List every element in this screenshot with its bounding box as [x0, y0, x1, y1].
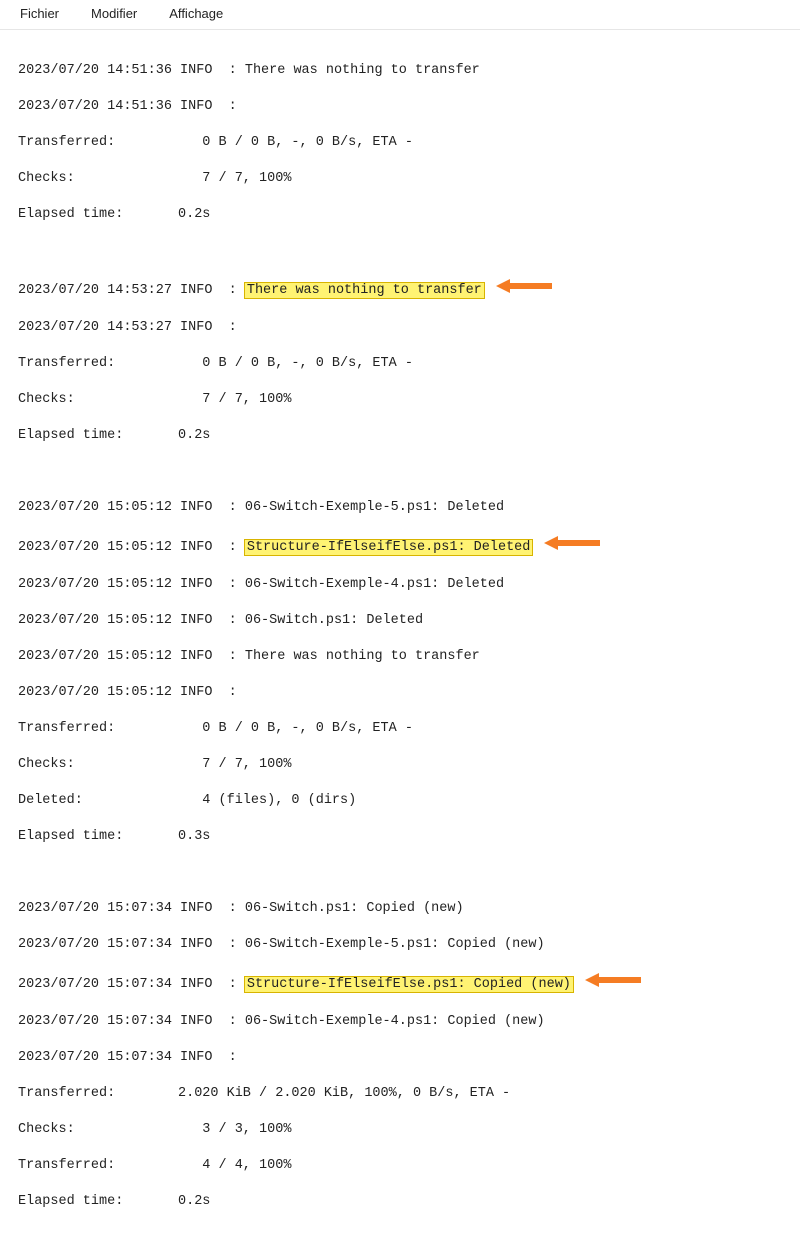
log-line: 2023/07/20 15:05:12 INFO : 06-Switch-Exe… — [18, 499, 786, 517]
log-line: 2023/07/20 15:05:12 INFO : There was not… — [18, 648, 786, 666]
log-output: 2023/07/20 14:51:36 INFO : There was not… — [0, 30, 800, 1243]
highlight-deleted: Structure-IfElseifElse.ps1: Deleted — [245, 540, 533, 555]
stat-line: Checks: 7 / 7, 100% — [18, 391, 786, 409]
log-line: 2023/07/20 14:51:36 INFO : There was not… — [18, 62, 786, 80]
stat-line: Transferred: 0 B / 0 B, -, 0 B/s, ETA - — [18, 720, 786, 738]
stat-line: Transferred: 0 B / 0 B, -, 0 B/s, ETA - — [18, 355, 786, 373]
log-line: 2023/07/20 15:07:34 INFO : 06-Switch.ps1… — [18, 900, 786, 918]
stat-line: Checks: 7 / 7, 100% — [18, 756, 786, 774]
log-line: 2023/07/20 14:53:27 INFO : — [18, 319, 786, 337]
log-line: 2023/07/20 15:05:12 INFO : — [18, 684, 786, 702]
stat-line: Transferred: 4 / 4, 100% — [18, 1157, 786, 1175]
menu-edit[interactable]: Modifier — [91, 6, 137, 21]
annotation-arrow-icon — [585, 972, 641, 995]
stat-line: Elapsed time:0.2s — [18, 1193, 786, 1211]
stat-line: Transferred: 0 B / 0 B, -, 0 B/s, ETA - — [18, 134, 786, 152]
highlight-copied: Structure-IfElseifElse.ps1: Copied (new) — [245, 977, 573, 992]
menubar: Fichier Modifier Affichage — [0, 0, 800, 30]
log-line: 2023/07/20 15:05:12 INFO : 06-Switch-Exe… — [18, 576, 786, 594]
annotation-arrow-icon — [544, 535, 600, 558]
stat-line: Elapsed time:0.2s — [18, 206, 786, 224]
menu-file[interactable]: Fichier — [20, 6, 59, 21]
log-line: 2023/07/20 15:05:12 INFO : 06-Switch.ps1… — [18, 612, 786, 630]
log-line: 2023/07/20 15:07:34 INFO : Structure-IfE… — [18, 972, 786, 995]
menu-view[interactable]: Affichage — [169, 6, 223, 21]
log-line: 2023/07/20 14:51:36 INFO : — [18, 98, 786, 116]
annotation-arrow-icon — [496, 278, 552, 301]
log-line: 2023/07/20 15:05:12 INFO : Structure-IfE… — [18, 535, 786, 558]
stat-line: Checks: 3 / 3, 100% — [18, 1121, 786, 1139]
log-line: 2023/07/20 15:07:34 INFO : 06-Switch-Exe… — [18, 1013, 786, 1031]
log-line: 2023/07/20 15:07:34 INFO : — [18, 1049, 786, 1067]
stat-line: Checks: 7 / 7, 100% — [18, 170, 786, 188]
highlight-nothing-to-transfer: There was nothing to transfer — [245, 283, 484, 298]
log-line: 2023/07/20 15:07:34 INFO : 06-Switch-Exe… — [18, 936, 786, 954]
stat-line: Transferred:2.020 KiB / 2.020 KiB, 100%,… — [18, 1085, 786, 1103]
stat-line: Elapsed time:0.3s — [18, 828, 786, 846]
stat-line: Elapsed time:0.2s — [18, 427, 786, 445]
log-line: 2023/07/20 14:53:27 INFO : There was not… — [18, 278, 786, 301]
stat-line: Deleted: 4 (files), 0 (dirs) — [18, 792, 786, 810]
